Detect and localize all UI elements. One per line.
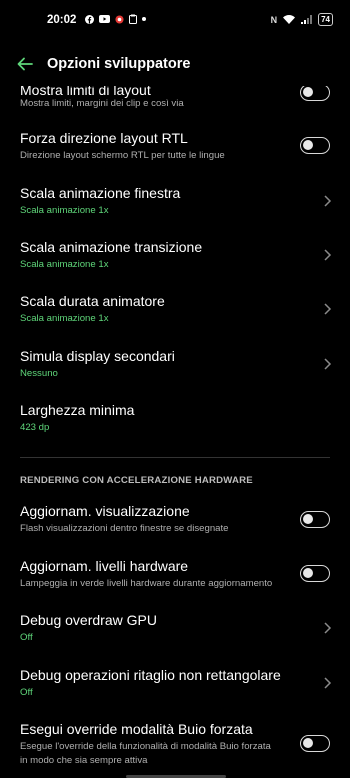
section-divider [20,457,330,458]
row-animator-duration-scale[interactable]: Scala durata animatore Scala animazione … [0,283,350,333]
chevron-right-icon [324,622,332,634]
row-simulate-secondary-displays[interactable]: Simula display secondari Nessuno [0,338,350,388]
row-subtitle: Lampeggia in verde livelli hardware dura… [20,578,273,589]
row-window-animation-scale[interactable]: Scala animazione finestra Scala animazio… [0,175,350,225]
row-title: Aggiornam. livelli hardware [20,558,189,574]
row-subtitle: Mostra limiti, margini dei clip e così v… [20,98,184,109]
chevron-right-icon [324,249,332,261]
row-subtitle: Esegue l'override della funzionalità di … [20,741,271,752]
row-smallest-width[interactable]: Larghezza minima 423 dp [0,392,350,442]
row-transition-animation-scale[interactable]: Scala animazione transizione Scala anima… [0,229,350,279]
toggle-knob [303,568,313,578]
row-override-force-dark[interactable]: Esegui override modalità Buio forzata Es… [0,713,350,775]
app-bar: Opzioni sviluppatore [0,42,350,86]
row-value: Scala animazione 1x [20,259,109,270]
row-debug-gpu-overdraw[interactable]: Debug overdraw GPU Off [0,604,350,654]
row-value: Scala animazione 1x [20,205,109,216]
row-show-view-updates[interactable]: Aggiornam. visualizzazione Flash visuali… [0,495,350,545]
toggle-knob [303,514,313,524]
row-debug-non-rectangular-clip[interactable]: Debug operazioni ritaglio non rettangola… [0,659,350,709]
row-title: Aggiornam. visualizzazione [20,503,190,519]
row-title: Simula display secondari [20,348,175,364]
toggle-knob [303,87,313,97]
toggle-switch[interactable] [300,735,330,752]
row-title: Scala durata animatore [20,293,165,309]
toggle-knob [303,738,313,748]
toggle-switch[interactable] [300,84,330,101]
row-value: Off [20,632,33,643]
row-title: Esegui override modalità Buio forzata [20,721,253,737]
chevron-right-icon [324,303,332,315]
row-show-hardware-layers-updates[interactable]: Aggiornam. livelli hardware Lampeggia in… [0,550,350,600]
toggle-switch[interactable] [300,511,330,528]
row-title: Debug operazioni ritaglio non rettangola… [20,667,281,683]
row-value: Off [20,687,33,698]
chevron-right-icon [324,195,332,207]
page-title: Opzioni sviluppatore [47,56,191,72]
row-subtitle-continued: in modo che sia sempre attiva [20,755,148,766]
chevron-right-icon [324,677,332,689]
row-subtitle: Direzione layout schermo RTL per tutte l… [20,150,225,161]
toggle-knob [303,140,313,150]
row-force-rtl[interactable]: Forza direzione layout RTL Direzione lay… [0,120,350,170]
row-title: Scala animazione finestra [20,185,181,201]
back-arrow-icon[interactable] [16,55,34,73]
toggle-switch[interactable] [300,565,330,582]
toggle-switch[interactable] [300,137,330,154]
section-header: RENDERING CON ACCELERAZIONE HARDWARE [20,475,253,486]
row-title: Scala animazione transizione [20,239,203,255]
row-value: Nessuno [20,368,58,379]
row-title: Debug overdraw GPU [20,612,157,628]
row-title: Forza direzione layout RTL [20,130,188,146]
row-title: Larghezza minima [20,402,135,418]
row-value: 423 dp [20,422,50,433]
chevron-right-icon [324,358,332,370]
settings-list[interactable]: Mostra limiti di layout Mostra limiti, m… [0,0,350,778]
row-subtitle: Flash visualizzazioni dentro finestre se… [20,523,229,534]
row-value: Scala animazione 1x [20,313,109,324]
